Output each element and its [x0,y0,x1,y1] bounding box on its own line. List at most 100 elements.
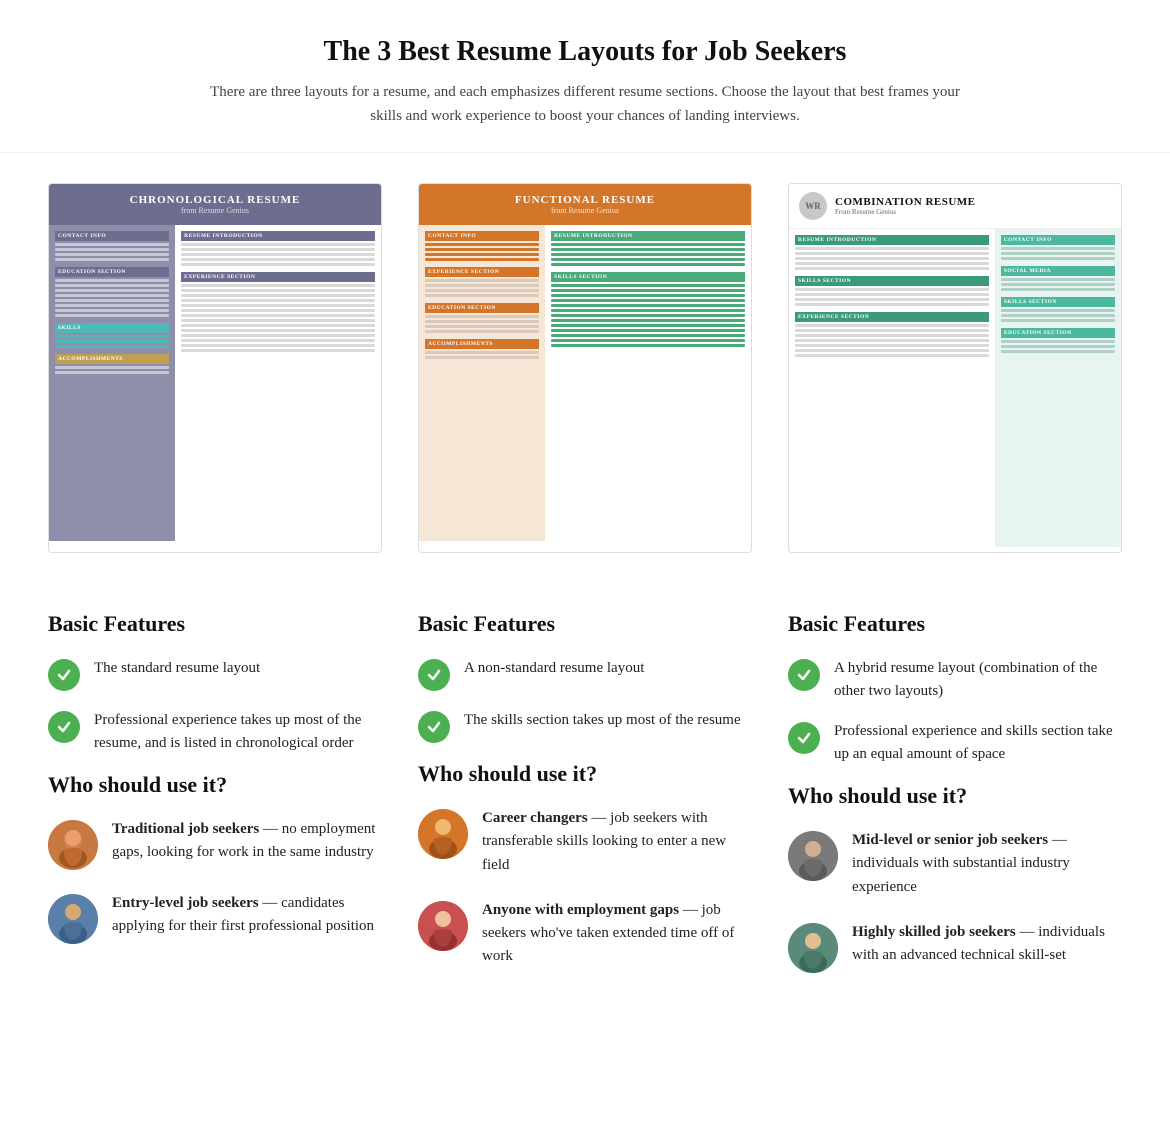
combo-left-panel: RESUME INTRODUCTION SKILLS SECTION [789,229,995,547]
combo-title-block: COMBINATION RESUME From Resume Genius [835,196,976,216]
func-who-avatar-1 [418,809,468,859]
chron-who-2: Entry-level job seekers — candidates app… [48,892,382,944]
combo-who-label-1: Mid-level or senior job seekers [852,832,1048,848]
features-column-combination: Basic Features A hybrid resume layout (c… [770,611,1140,995]
chron-education-section: EDUCATION SECTION [55,267,169,317]
chron-who-text-1: Traditional job seekers — no employment … [112,818,382,865]
combo-feature-2: Professional experience and skills secti… [788,720,1122,765]
func-skills-title: SKILLS SECTION [551,272,745,282]
chron-skills-section: SKILLS [55,323,169,348]
combo-skills-right-section: SKILLS SECTION [1001,297,1115,322]
func-resume-header: FUNCTIONAL RESUME from Resume Genius [419,184,751,225]
combo-resume-title: COMBINATION RESUME [835,196,976,208]
combo-right-panel: CONTACT INFO SOCIAL MEDIA SKILLS SECTION [995,229,1121,547]
chron-who-label-1: Traditional job seekers [112,821,259,837]
chron-resume-subtitle: from Resume Genius [59,206,371,215]
chron-accomplishments-section: ACCOMPLISHMENTS [55,354,169,374]
features-column-functional: Basic Features A non-standard resume lay… [400,611,770,995]
combo-check-1 [788,659,820,691]
func-feature-1: A non-standard resume layout [418,657,752,691]
func-skills-section: SKILLS SECTION [551,272,745,347]
combo-exp-section: EXPERIENCE SECTION [795,312,989,357]
combo-who-avatar-2 [788,923,838,973]
func-resume-subtitle: from Resume Genius [429,206,741,215]
features-column-chronological: Basic Features The standard resume layou… [30,611,400,995]
func-who-2: Anyone with employment gaps — job seeker… [418,899,752,969]
chron-right-panel: RESUME INTRODUCTION EXPERIENCE SECTION [175,225,381,541]
func-who-avatar-2 [418,901,468,951]
combo-edu-section: EDUCATION SECTION [1001,328,1115,353]
func-education-section: EDUCATION SECTION [425,303,539,333]
combo-intro-title: RESUME INTRODUCTION [795,235,989,245]
func-accomplishments-title: ACCOMPLISHMENTS [425,339,539,349]
resume-thumb-chronological[interactable]: CHRONOLOGICAL RESUME from Resume Genius … [48,183,382,553]
combo-contact-title: CONTACT INFO [1001,235,1115,245]
combo-who-label-2: Highly skilled job seekers [852,924,1016,940]
func-intro-section: RESUME INTRODUCTION [551,231,745,266]
chron-check-2 [48,711,80,743]
func-features-title: Basic Features [418,611,752,637]
chron-feature-text-1: The standard resume layout [94,657,260,680]
chron-left-panel: CONTACT INFO EDUCATION SECTION [49,225,175,541]
column-chronological: CHRONOLOGICAL RESUME from Resume Genius … [30,183,400,581]
func-who-1: Career changers — job seekers with trans… [418,807,752,877]
combo-avatar: WR [799,192,827,220]
combo-feature-text-1: A hybrid resume layout (combination of t… [834,657,1122,702]
chron-intro-title: RESUME INTRODUCTION [181,231,375,241]
combo-intro-section: RESUME INTRODUCTION [795,235,989,270]
chron-intro-section: RESUME INTRODUCTION [181,231,375,266]
chron-education-title: EDUCATION SECTION [55,267,169,277]
func-who-title: Who should use it? [418,761,752,787]
chron-who-title: Who should use it? [48,772,382,798]
func-right-panel: RESUME INTRODUCTION SKILLS SECTION [545,225,751,541]
column-combination: WR COMBINATION RESUME From Resume Genius… [770,183,1140,581]
func-feature-text-2: The skills section takes up most of the … [464,709,741,732]
combo-who-title: Who should use it? [788,783,1122,809]
resume-thumbnails-row: CHRONOLOGICAL RESUME from Resume Genius … [0,153,1170,581]
features-grid: Basic Features The standard resume layou… [0,581,1170,995]
combo-skills-section: SKILLS SECTION [795,276,989,306]
chron-who-avatar-1 [48,820,98,870]
func-left-panel: CONTACT INFO EXPERIENCE SECTION [419,225,545,541]
combo-social-section: SOCIAL MEDIA [1001,266,1115,291]
func-exp-section: EXPERIENCE SECTION [425,267,539,297]
chron-skills-title: SKILLS [55,323,169,333]
combo-skills-title: SKILLS SECTION [795,276,989,286]
func-contact-title: CONTACT INFO [425,231,539,241]
resume-thumb-functional[interactable]: FUNCTIONAL RESUME from Resume Genius CON… [418,183,752,553]
func-check-1 [418,659,450,691]
chron-check-1 [48,659,80,691]
chron-resume-title: CHRONOLOGICAL RESUME [59,194,371,206]
chron-feature-1: The standard resume layout [48,657,382,691]
combo-resume-subtitle: From Resume Genius [835,208,976,216]
combo-who-1: Mid-level or senior job seekers — indivi… [788,829,1122,899]
func-who-label-2: Anyone with employment gaps [482,902,679,918]
func-exp-title: EXPERIENCE SECTION [425,267,539,277]
resume-thumb-combination[interactable]: WR COMBINATION RESUME From Resume Genius… [788,183,1122,553]
chron-resume-body: CONTACT INFO EDUCATION SECTION [49,225,381,541]
combo-who-text-2: Highly skilled job seekers — individuals… [852,921,1122,968]
combo-who-2: Highly skilled job seekers — individuals… [788,921,1122,973]
page-title: The 3 Best Resume Layouts for Job Seeker… [80,36,1090,68]
combo-who-text-1: Mid-level or senior job seekers — indivi… [852,829,1122,899]
func-who-label-1: Career changers [482,810,588,826]
combo-features-title: Basic Features [788,611,1122,637]
combo-check-2 [788,722,820,754]
func-who-text-2: Anyone with employment gaps — job seeker… [482,899,752,969]
func-accomplishments-section: ACCOMPLISHMENTS [425,339,539,359]
combo-edu-title: EDUCATION SECTION [1001,328,1115,338]
chron-accomplishments-title: ACCOMPLISHMENTS [55,354,169,364]
chron-exp-title: EXPERIENCE SECTION [181,272,375,282]
combo-resume-body: RESUME INTRODUCTION SKILLS SECTION [789,229,1121,547]
chron-resume-header: CHRONOLOGICAL RESUME from Resume Genius [49,184,381,225]
chron-exp-section: EXPERIENCE SECTION [181,272,375,352]
func-contact-section: CONTACT INFO [425,231,539,261]
func-education-title: EDUCATION SECTION [425,303,539,313]
chron-who-1: Traditional job seekers — no employment … [48,818,382,870]
chron-who-label-2: Entry-level job seekers [112,895,259,911]
func-check-2 [418,711,450,743]
combo-skills-right-title: SKILLS SECTION [1001,297,1115,307]
func-intro-title: RESUME INTRODUCTION [551,231,745,241]
chron-feature-2: Professional experience takes up most of… [48,709,382,754]
chron-contact-section: CONTACT INFO [55,231,169,261]
